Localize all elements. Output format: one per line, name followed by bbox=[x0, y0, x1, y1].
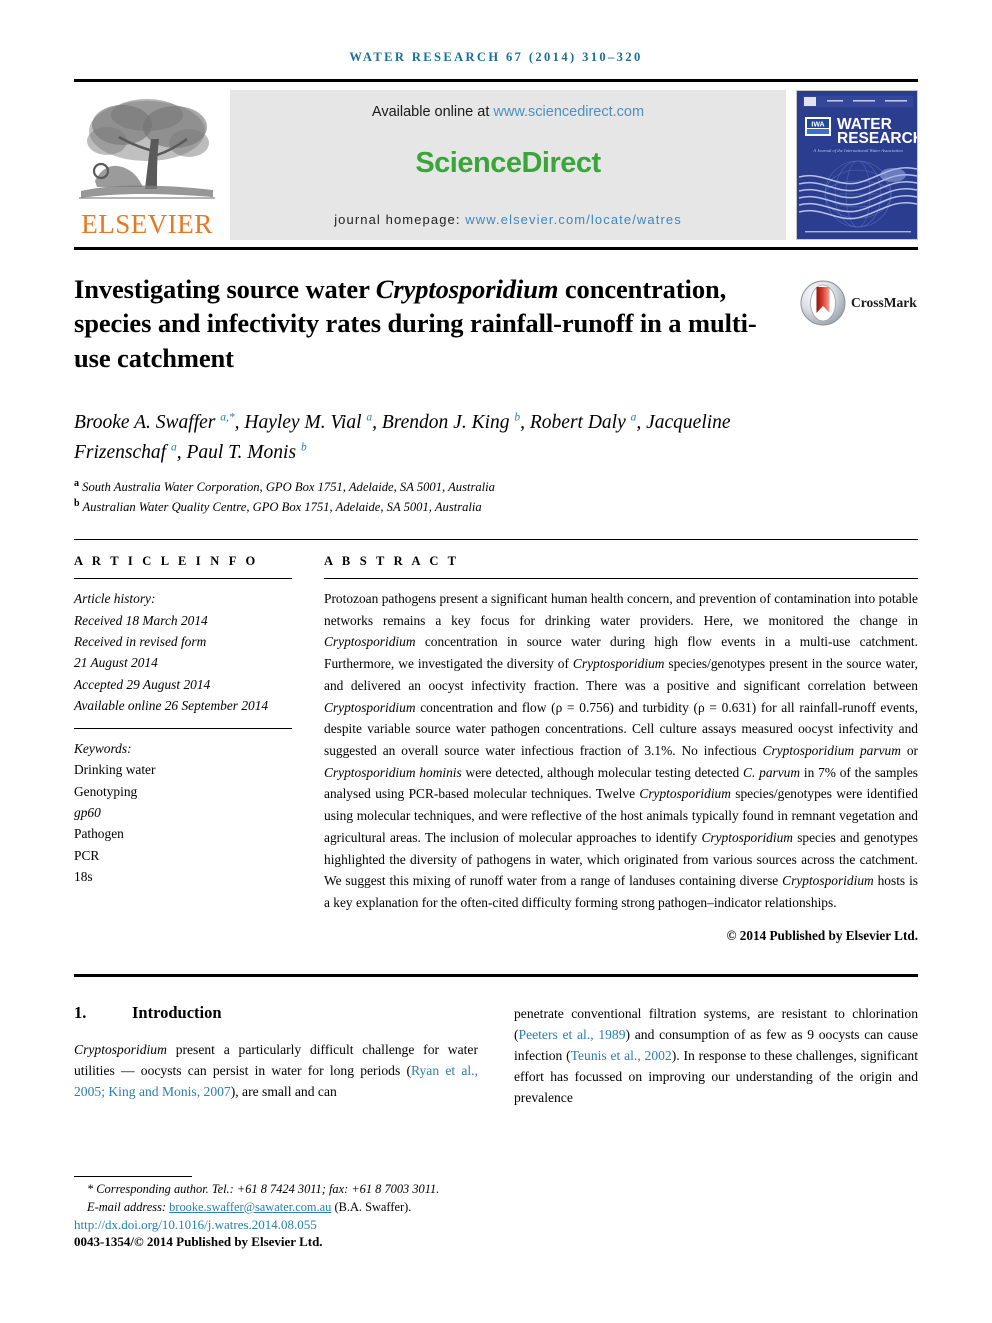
article-history-item: 21 August 2014 bbox=[74, 655, 158, 671]
body-column-left: 1. Introduction Cryptosporidium present … bbox=[74, 1003, 478, 1108]
crossmark-label: CrossMark bbox=[851, 295, 917, 310]
body-column-right: penetrate conventional filtration system… bbox=[514, 1003, 918, 1108]
corresponding-author-note: * Corresponding author. Tel.: +61 8 7424… bbox=[87, 1182, 440, 1196]
article-history-label: Article history: bbox=[74, 591, 156, 607]
keyword-item: PCR bbox=[74, 847, 100, 863]
email-label: E-mail address: bbox=[87, 1199, 170, 1214]
doi-link[interactable]: http://dx.doi.org/10.1016/j.watres.2014.… bbox=[74, 1217, 504, 1233]
top-divider bbox=[74, 79, 918, 82]
svg-text:A Journal of the International: A Journal of the International Water Ass… bbox=[812, 148, 903, 153]
crossmark-icon bbox=[800, 280, 846, 326]
email-suffix: (B.A. Swaffer). bbox=[331, 1199, 412, 1214]
author-affil-marker: a bbox=[170, 441, 177, 454]
sciencedirect-banner: Available online at www.sciencedirect.co… bbox=[230, 90, 786, 240]
email-note: E-mail address: brooke.swaffer@sawater.c… bbox=[74, 1199, 504, 1217]
title-genus: Cryptosporidium bbox=[375, 274, 559, 304]
svg-text:IWA: IWA bbox=[811, 122, 824, 129]
title-part-1: Investigating source water bbox=[74, 274, 376, 304]
body-divider bbox=[74, 973, 918, 977]
article-info-column: A R T I C L E I N F O Article history: R… bbox=[74, 554, 292, 944]
footnote-divider bbox=[74, 1176, 192, 1177]
author-affil-marker: b bbox=[300, 441, 307, 454]
affiliation-item: a South Australia Water Corporation, GPO… bbox=[74, 477, 918, 497]
article-history-item: Available online 26 September 2014 bbox=[74, 698, 269, 714]
journal-masthead: ELSEVIER Available online at www.science… bbox=[74, 90, 918, 240]
abstract-column: A B S T R A C T Protozoan pathogens pres… bbox=[324, 554, 918, 944]
author-affil-marker: b bbox=[514, 411, 521, 424]
keywords-label: Keywords: bbox=[74, 740, 132, 756]
author-affil-marker: a bbox=[366, 411, 373, 424]
abstract-text: Protozoan pathogens present a significan… bbox=[324, 591, 918, 910]
email-link[interactable]: brooke.swaffer@sawater.com.au bbox=[169, 1200, 331, 1214]
introduction-paragraph-left: Cryptosporidium present a particularly d… bbox=[74, 1041, 478, 1099]
keyword-item: 18s bbox=[74, 869, 93, 885]
keyword-item: Genotyping bbox=[74, 783, 138, 799]
section-number: 1. bbox=[74, 1002, 87, 1022]
keywords-rule bbox=[74, 727, 292, 729]
issn-copyright: 0043-1354/© 2014 Published by Elsevier L… bbox=[74, 1234, 323, 1250]
affiliation-item: b Australian Water Quality Centre, GPO B… bbox=[74, 497, 918, 517]
elsevier-wordmark: ELSEVIER bbox=[81, 209, 213, 239]
affiliation-list: a South Australia Water Corporation, GPO… bbox=[74, 477, 918, 517]
body-columns: 1. Introduction Cryptosporidium present … bbox=[74, 1003, 918, 1108]
introduction-paragraph-right: penetrate conventional filtration system… bbox=[514, 1005, 918, 1105]
svg-text:RESEARCH: RESEARCH bbox=[837, 130, 918, 147]
elsevier-tree-icon bbox=[77, 93, 217, 211]
article-history-item: Received in revised form bbox=[74, 633, 207, 649]
journal-cover-image: IWA WATER RESEARCH A Journal of the Inte… bbox=[796, 90, 918, 240]
affiliation-marker: b bbox=[74, 498, 80, 510]
info-divider bbox=[74, 539, 918, 541]
keyword-item: gp60 bbox=[74, 805, 101, 820]
affiliation-text: South Australia Water Corporation, GPO B… bbox=[82, 480, 495, 495]
title-block: Investigating source water Cryptosporidi… bbox=[74, 272, 918, 382]
paper-page: WATER RESEARCH 67 (2014) 310–320 ELSEVIE… bbox=[0, 0, 992, 1323]
sciencedirect-link[interactable]: www.sciencedirect.com bbox=[493, 104, 644, 120]
author-affil-marker: a bbox=[630, 411, 637, 424]
journal-homepage-line: journal homepage: www.elsevier.com/locat… bbox=[230, 212, 786, 227]
abstract-heading: A B S T R A C T bbox=[324, 554, 460, 569]
article-history-item: Received 18 March 2014 bbox=[74, 612, 208, 628]
elsevier-logo: ELSEVIER bbox=[74, 90, 220, 240]
citation-link[interactable]: Teunis et al., 2002 bbox=[571, 1048, 672, 1063]
masthead-divider bbox=[74, 247, 918, 250]
info-abstract-section: A R T I C L E I N F O Article history: R… bbox=[74, 554, 918, 944]
citation-link[interactable]: Peeters et al., 1989 bbox=[519, 1027, 626, 1042]
journal-homepage-label: journal homepage: bbox=[334, 212, 466, 227]
crossmark-badge[interactable]: CrossMark bbox=[800, 278, 918, 328]
keyword-item: Drinking water bbox=[74, 762, 156, 778]
page-title: Investigating source water Cryptosporidi… bbox=[74, 272, 774, 375]
author-affil-marker: a,* bbox=[220, 411, 235, 424]
article-history-item: Accepted 29 August 2014 bbox=[74, 676, 211, 692]
running-head: WATER RESEARCH 67 (2014) 310–320 bbox=[349, 50, 643, 64]
sciencedirect-logo: ScienceDirect bbox=[415, 146, 601, 179]
section-title: Introduction bbox=[132, 1002, 222, 1022]
keyword-item: Pathogen bbox=[74, 826, 124, 842]
abstract-copyright: © 2014 Published by Elsevier Ltd. bbox=[726, 927, 918, 943]
article-info-rule bbox=[74, 578, 292, 580]
footnote-block: * Corresponding author. Tel.: +61 8 7424… bbox=[74, 1176, 504, 1250]
affiliation-text: Australian Water Quality Centre, GPO Box… bbox=[82, 500, 482, 515]
keywords-block: Keywords: Drinking water Genotyping gp60… bbox=[74, 738, 292, 888]
article-info-heading: A R T I C L E I N F O bbox=[74, 554, 259, 569]
introduction-heading: 1. Introduction bbox=[74, 1003, 478, 1023]
available-online-label: Available online at bbox=[371, 104, 494, 120]
journal-homepage-link[interactable]: www.elsevier.com/locate/watres bbox=[465, 212, 682, 227]
abstract-rule bbox=[324, 578, 918, 580]
affiliation-marker: a bbox=[74, 478, 79, 490]
author-list: Brooke A. Swaffer a,*, Hayley M. Vial a,… bbox=[74, 411, 731, 464]
available-online-line: Available online at www.sciencedirect.co… bbox=[230, 104, 786, 120]
